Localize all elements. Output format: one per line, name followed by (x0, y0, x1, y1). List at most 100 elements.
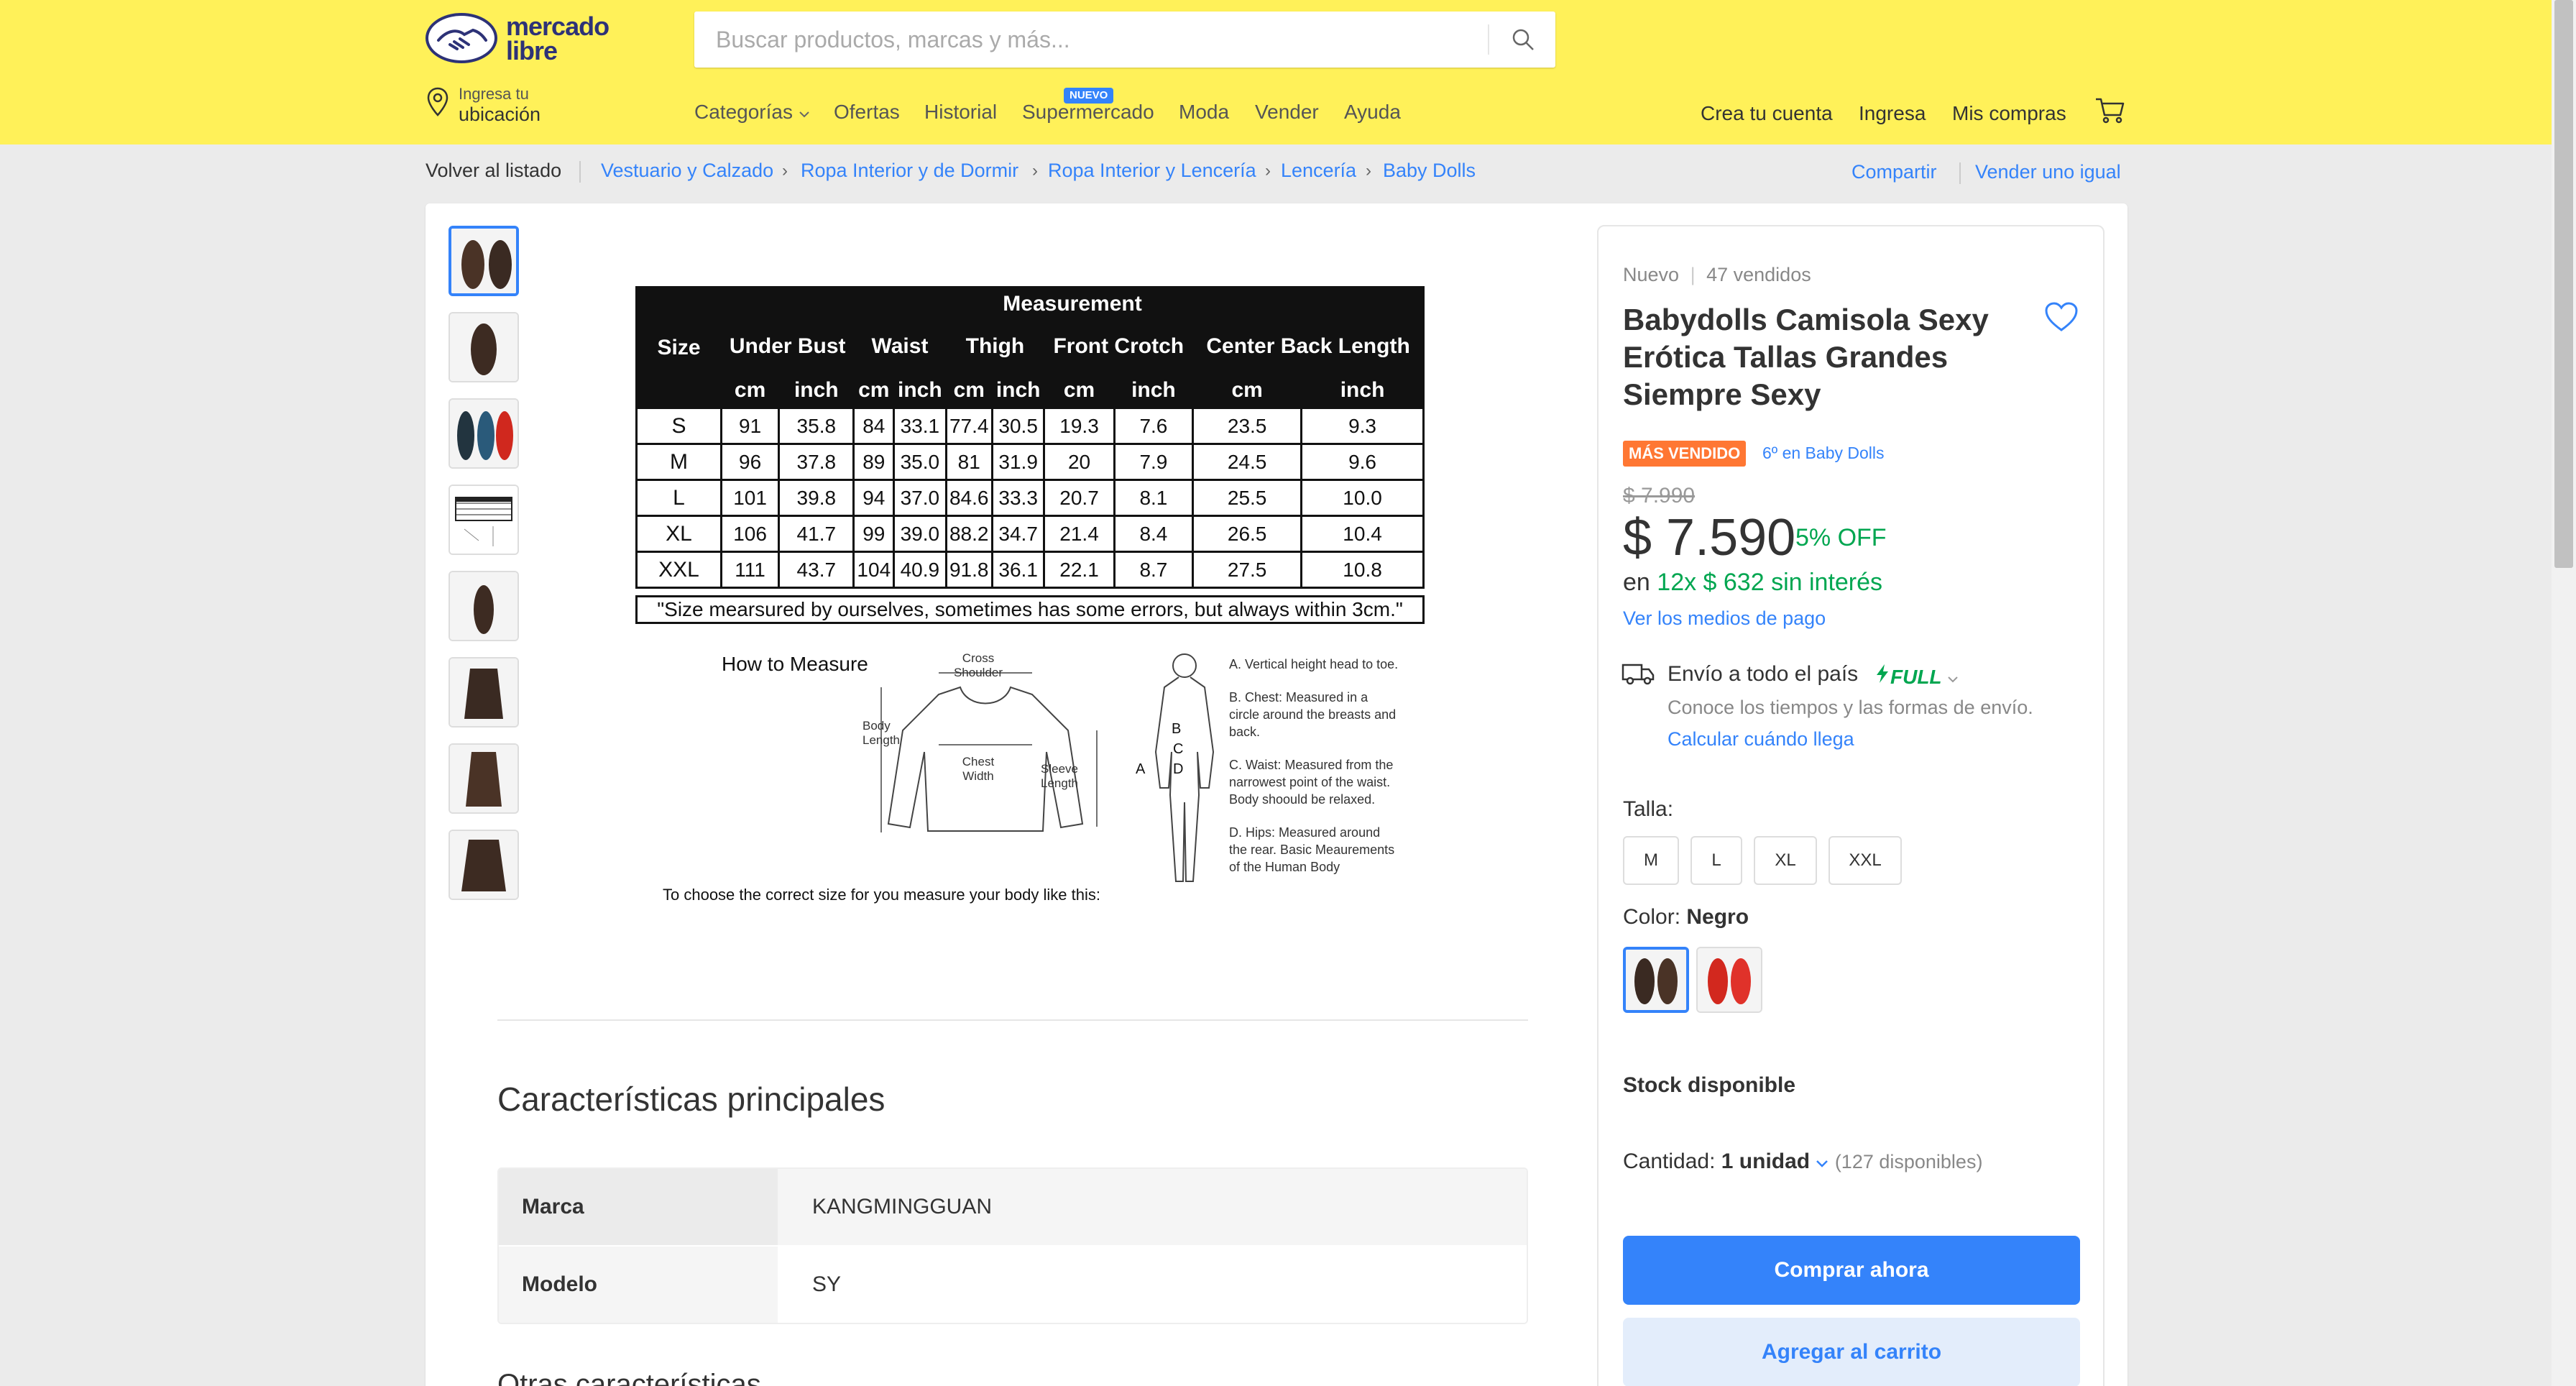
measurement-cell: 25.5 (1192, 479, 1303, 517)
share-link[interactable]: Compartir (1852, 161, 1937, 187)
nav-historial[interactable]: Historial (924, 101, 997, 124)
table-row: M 96 37.8 89 35.0 81 31.9 20 7.9 24.5 9.6 (635, 443, 1425, 481)
quantity-selector[interactable]: Cantidad: 1 unidad (127 disponibles) (1623, 1149, 1982, 1174)
unit-cm: cm (1043, 371, 1116, 409)
unit-cm: cm (719, 371, 781, 409)
measurement-cell: 10.0 (1300, 479, 1425, 517)
search-input[interactable] (694, 12, 1488, 68)
page-scrollbar[interactable] (2552, 0, 2576, 1386)
search-button[interactable] (1491, 12, 1555, 68)
product-image-icon (450, 831, 518, 899)
ranking-link[interactable]: 6º en Baby Dolls (1762, 444, 1885, 463)
thumbnail-6[interactable] (448, 657, 519, 728)
add-to-cart-button[interactable]: Agregar al carrito (1623, 1318, 2080, 1386)
nav-categorias-label: Categorías (694, 101, 793, 123)
mercadolibre-logo[interactable]: mercado libre (426, 13, 620, 67)
favorite-button[interactable] (2044, 301, 2079, 336)
measurement-cell: 20 (1043, 443, 1116, 481)
measurement-cell: 43.7 (778, 551, 855, 589)
truck-icon (1622, 661, 1655, 690)
measure-notes: A. Vertical height head to toe. B. Chest… (1229, 656, 1402, 891)
features-table: Marca KANGMINGGUAN Modelo SY (497, 1167, 1528, 1324)
best-seller-badge: MÁS VENDIDO (1623, 441, 1747, 467)
my-purchases-link[interactable]: Mis compras (1952, 102, 2066, 125)
svg-text:B: B (1172, 721, 1181, 737)
measurement-cell: 7.6 (1113, 407, 1195, 445)
thumbnail-7[interactable] (448, 743, 519, 814)
feature-key: Marca (499, 1169, 778, 1245)
measurement-cell: 9.6 (1300, 443, 1425, 481)
thumbnail-8[interactable] (448, 830, 519, 900)
breadcrumb-divider (579, 161, 581, 183)
table-row: Modelo SY (499, 1247, 1527, 1323)
measurement-cell: 33.3 (990, 479, 1046, 517)
chevron-down-icon (1948, 676, 1958, 683)
thumbnail-3[interactable] (448, 398, 519, 469)
note-c: C. Waist: Measured from the narrowest po… (1229, 758, 1394, 807)
breadcrumb-item-ropa-interior-dormir[interactable]: Ropa Interior y de Dormir (801, 160, 1018, 185)
cart-button[interactable] (2094, 96, 2126, 129)
thumbnail-4[interactable] (448, 485, 519, 555)
create-account-link[interactable]: Crea tu cuenta (1701, 102, 1833, 125)
measurement-cell: 81 (944, 443, 993, 481)
thumbnail-1[interactable] (448, 226, 519, 296)
breadcrumb-item-lenceria[interactable]: Lencería (1281, 160, 1356, 185)
logo-text: mercado libre (506, 12, 610, 64)
unit-cm: cm (852, 371, 896, 409)
quantity-label: Cantidad: (1623, 1149, 1716, 1173)
logo-line1: mercado (506, 12, 610, 41)
breadcrumb-item-vestuario[interactable]: Vestuario y Calzado (601, 160, 773, 185)
svg-text:D: D (1173, 761, 1183, 777)
back-to-list-link[interactable]: Volver al listado (426, 160, 561, 185)
nav-ayuda[interactable]: Ayuda (1344, 101, 1401, 124)
full-label: FULL (1890, 666, 1942, 688)
color-swatch-rojo[interactable] (1696, 947, 1762, 1013)
measurement-cell: 30.5 (990, 407, 1046, 445)
measurement-cell: 23.5 (1192, 407, 1303, 445)
measurement-cell: 8.4 (1113, 515, 1195, 553)
buy-now-button[interactable]: Comprar ahora (1623, 1236, 2080, 1305)
color-swatch-negro[interactable] (1623, 947, 1689, 1013)
thumbnail-2[interactable] (448, 312, 519, 382)
unit-inch: inch (778, 371, 855, 409)
measurement-cell: 101 (719, 479, 781, 517)
condition-label: Nuevo (1623, 264, 1680, 285)
nav-supermercado[interactable]: Supermercado (1022, 101, 1154, 124)
sell-same-link[interactable]: Vender uno igual (1975, 161, 2121, 187)
breadcrumb-divider (1959, 162, 1961, 184)
nav-categorias[interactable]: Categorías (694, 101, 810, 124)
condition-separator: | (1690, 264, 1696, 285)
thumbnail-5[interactable] (448, 571, 519, 641)
breadcrumb-item-ropa-interior-lenceria[interactable]: Ropa Interior y Lencería (1048, 160, 1256, 185)
measurement-cell: 7.9 (1113, 443, 1195, 481)
measurement-cell: 84.6 (944, 479, 993, 517)
col-waist: Waist (852, 319, 947, 373)
measurement-cell: 19.3 (1043, 407, 1116, 445)
nav-moda[interactable]: Moda (1179, 101, 1229, 124)
full-badge[interactable]: FULL (1874, 664, 1959, 689)
size-option-xxl[interactable]: XXL (1828, 836, 1902, 885)
size-label: Talla: (1623, 797, 1674, 821)
payment-methods-link[interactable]: Ver los medios de pago (1623, 607, 1826, 630)
product-main-image[interactable]: Size Measurement Under Bust Waist Thigh … (632, 285, 1426, 959)
size-option-m[interactable]: M (1623, 836, 1679, 885)
measurement-cell: 104 (852, 551, 896, 589)
label-chest-width: Chest Width (962, 755, 995, 783)
sold-count: 47 vendidos (1706, 264, 1811, 285)
breadcrumb-item-baby-dolls[interactable]: Baby Dolls (1383, 160, 1476, 185)
nav-vender[interactable]: Vender (1255, 101, 1319, 124)
nav-ofertas[interactable]: Ofertas (834, 101, 900, 124)
size-option-l[interactable]: L (1690, 836, 1742, 885)
login-link[interactable]: Ingresa (1859, 102, 1926, 125)
how-to-measure-title: How to Measure (722, 653, 868, 675)
size-chart-thumb-icon (450, 486, 518, 554)
unit-inch: inch (1113, 371, 1195, 409)
chevron-right-icon: › (1265, 161, 1271, 180)
chevron-down-icon (1816, 1160, 1828, 1167)
measurement-cell: 99 (852, 515, 896, 553)
product-image-icon (450, 313, 518, 381)
size-option-xl[interactable]: XL (1754, 836, 1817, 885)
calculate-delivery-link[interactable]: Calcular cuándo llega (1668, 728, 1854, 751)
scrollbar-thumb[interactable] (2554, 0, 2573, 568)
old-price: $ 7.990 (1623, 484, 1696, 508)
